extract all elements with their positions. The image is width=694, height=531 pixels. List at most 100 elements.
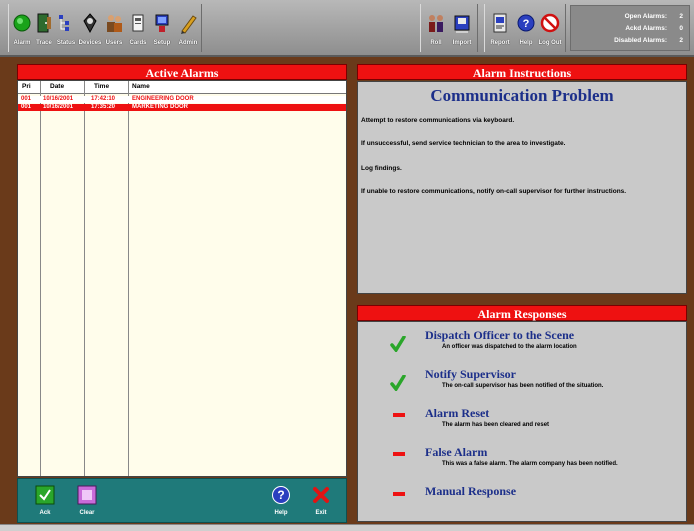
instruction-line: Log findings. xyxy=(361,165,402,172)
ack-button[interactable]: Ack xyxy=(34,479,56,523)
disabled-alarms-label: Disabled Alarms: xyxy=(614,36,667,44)
toolbar-users-button[interactable]: Users xyxy=(103,4,125,52)
toolbar-logout-button[interactable]: Log Out xyxy=(538,4,562,52)
response-description: The on-call supervisor has been notified… xyxy=(442,383,604,389)
toolbar-group-help: Report ? Help Log Out xyxy=(484,4,566,52)
toolbar-roll-label: Roll xyxy=(430,40,442,46)
pending-dash-icon xyxy=(393,492,405,496)
instruction-line: If unsuccessful, send service technician… xyxy=(361,140,566,147)
checkmark-icon xyxy=(390,375,406,391)
alarm-priority: 001 xyxy=(21,104,32,110)
toolbar-help-button[interactable]: ? Help xyxy=(515,4,537,52)
pencil-icon xyxy=(177,10,199,36)
response-item[interactable]: False Alarm This was a false alarm. The … xyxy=(358,445,688,485)
clear-icon xyxy=(77,485,97,507)
toolbar-status-label: Status xyxy=(56,40,76,46)
alarm-instructions-header: Alarm Instructions xyxy=(357,64,687,80)
status-bar xyxy=(0,524,694,531)
column-divider xyxy=(84,81,85,476)
column-divider xyxy=(128,81,129,476)
column-header-name[interactable]: Name xyxy=(132,83,150,90)
toolbar-setup-button[interactable]: Setup xyxy=(151,4,173,52)
response-title: Dispatch Officer to the Scene xyxy=(425,328,575,342)
instructions-title: Communication Problem xyxy=(430,86,614,105)
toolbar-import-button[interactable]: Import xyxy=(451,4,473,52)
alarm-instructions-panel: Communication Problem Attempt to restore… xyxy=(357,81,687,294)
alarm-light-icon xyxy=(11,10,33,36)
logout-icon xyxy=(539,10,561,36)
response-item[interactable]: Notify Supervisor The on-call supervisor… xyxy=(358,367,688,407)
toolbar-admin-button[interactable]: Admin xyxy=(175,4,201,52)
report-icon xyxy=(489,10,511,36)
toolbar-trace-button[interactable]: Trace xyxy=(33,4,55,52)
alarm-help-label: Help xyxy=(274,510,288,516)
open-alarms-row: Open Alarms: 2 xyxy=(571,10,689,22)
clear-label: Clear xyxy=(79,510,95,516)
svg-text:?: ? xyxy=(277,488,284,502)
column-header-time[interactable]: Time xyxy=(94,83,109,90)
checkmark-icon xyxy=(390,336,406,352)
disabled-alarms-row: Disabled Alarms: 2 xyxy=(571,34,689,46)
column-header-date[interactable]: Date xyxy=(50,83,64,90)
disabled-alarms-count: 2 xyxy=(679,36,683,44)
help-icon: ? xyxy=(271,485,291,507)
main-toolbar: Alarm Trace Status Devices Users Cards S… xyxy=(0,0,694,57)
toolbar-cards-label: Cards xyxy=(129,40,147,46)
roll-call-icon xyxy=(425,10,447,36)
active-alarms-list: Pri Date Time Name 001 10/16/2001 17:42:… xyxy=(17,80,347,477)
toolbar-trace-label: Trace xyxy=(36,40,52,46)
response-title: Alarm Reset xyxy=(425,406,490,420)
alarm-name: MARKETING DOOR xyxy=(132,104,188,110)
response-description: The alarm has been cleared and reset xyxy=(442,422,550,428)
toolbar-report-button[interactable]: Report xyxy=(489,4,511,52)
response-item[interactable]: Dispatch Officer to the Scene An officer… xyxy=(358,328,688,368)
exit-button[interactable]: Exit xyxy=(310,479,332,523)
response-item[interactable]: Alarm Reset The alarm has been cleared a… xyxy=(358,406,688,446)
svg-text:?: ? xyxy=(523,18,530,30)
toolbar-roll-button[interactable]: Roll xyxy=(425,4,447,52)
response-title: Manual Response xyxy=(425,484,517,498)
alarm-time: 17:42:10 xyxy=(91,96,116,102)
toolbar-group-roll: Roll Import xyxy=(420,4,478,52)
toolbar-import-label: Import xyxy=(452,40,472,46)
help-icon: ? xyxy=(515,10,537,36)
alarm-row-selected[interactable]: 001 10/16/2001 17:35:20 MARKETING DOOR xyxy=(18,104,346,111)
alarm-responses-panel: Dispatch Officer to the Scene An officer… xyxy=(357,321,687,522)
toolbar-cards-button[interactable]: Cards xyxy=(127,4,149,52)
toolbar-devices-button[interactable]: Devices xyxy=(79,4,101,52)
status-tree-icon xyxy=(55,10,77,36)
ack-label: Ack xyxy=(39,510,51,516)
alarm-help-button[interactable]: ? Help xyxy=(270,479,292,523)
alarm-date: 10/16/2001 xyxy=(43,104,74,110)
toolbar-devices-label: Devices xyxy=(78,40,102,46)
alarm-action-bar: Ack Clear ? Help Exit xyxy=(17,478,347,523)
users-icon xyxy=(103,10,125,36)
exit-icon xyxy=(311,485,331,507)
response-description: An officer was dispatched to the alarm l… xyxy=(442,344,577,350)
alarm-time: 17:35:20 xyxy=(91,104,116,110)
toolbar-status-button[interactable]: Status xyxy=(55,4,77,52)
alarm-row[interactable]: 001 10/16/2001 17:42:10 ENGINEERING DOOR xyxy=(18,96,346,103)
acked-alarms-label: Ackd Alarms: xyxy=(625,24,667,32)
column-header-pri[interactable]: Pri xyxy=(22,83,31,90)
clear-button[interactable]: Clear xyxy=(76,479,98,523)
alarm-name: ENGINEERING DOOR xyxy=(132,96,194,102)
devices-icon xyxy=(79,10,101,36)
setup-icon xyxy=(151,10,173,36)
response-item[interactable]: Manual Response xyxy=(358,484,688,504)
toolbar-report-label: Report xyxy=(490,40,510,46)
pending-dash-icon xyxy=(393,413,405,417)
alarm-date: 10/16/2001 xyxy=(43,96,74,102)
response-title: Notify Supervisor xyxy=(425,367,516,381)
open-alarms-label: Open Alarms: xyxy=(624,12,667,20)
pending-dash-icon xyxy=(393,452,405,456)
toolbar-users-label: Users xyxy=(105,40,123,46)
alarm-priority: 001 xyxy=(21,96,32,102)
ack-icon xyxy=(35,485,55,507)
door-icon xyxy=(33,10,55,36)
acked-alarms-row: Ackd Alarms: 0 xyxy=(571,22,689,34)
response-description: This was a false alarm. The alarm compan… xyxy=(442,461,618,467)
alarm-status-panel: Open Alarms: 2 Ackd Alarms: 0 Disabled A… xyxy=(570,5,690,51)
toolbar-alarm-button[interactable]: Alarm xyxy=(11,4,33,52)
toolbar-logout-label: Log Out xyxy=(538,40,562,46)
